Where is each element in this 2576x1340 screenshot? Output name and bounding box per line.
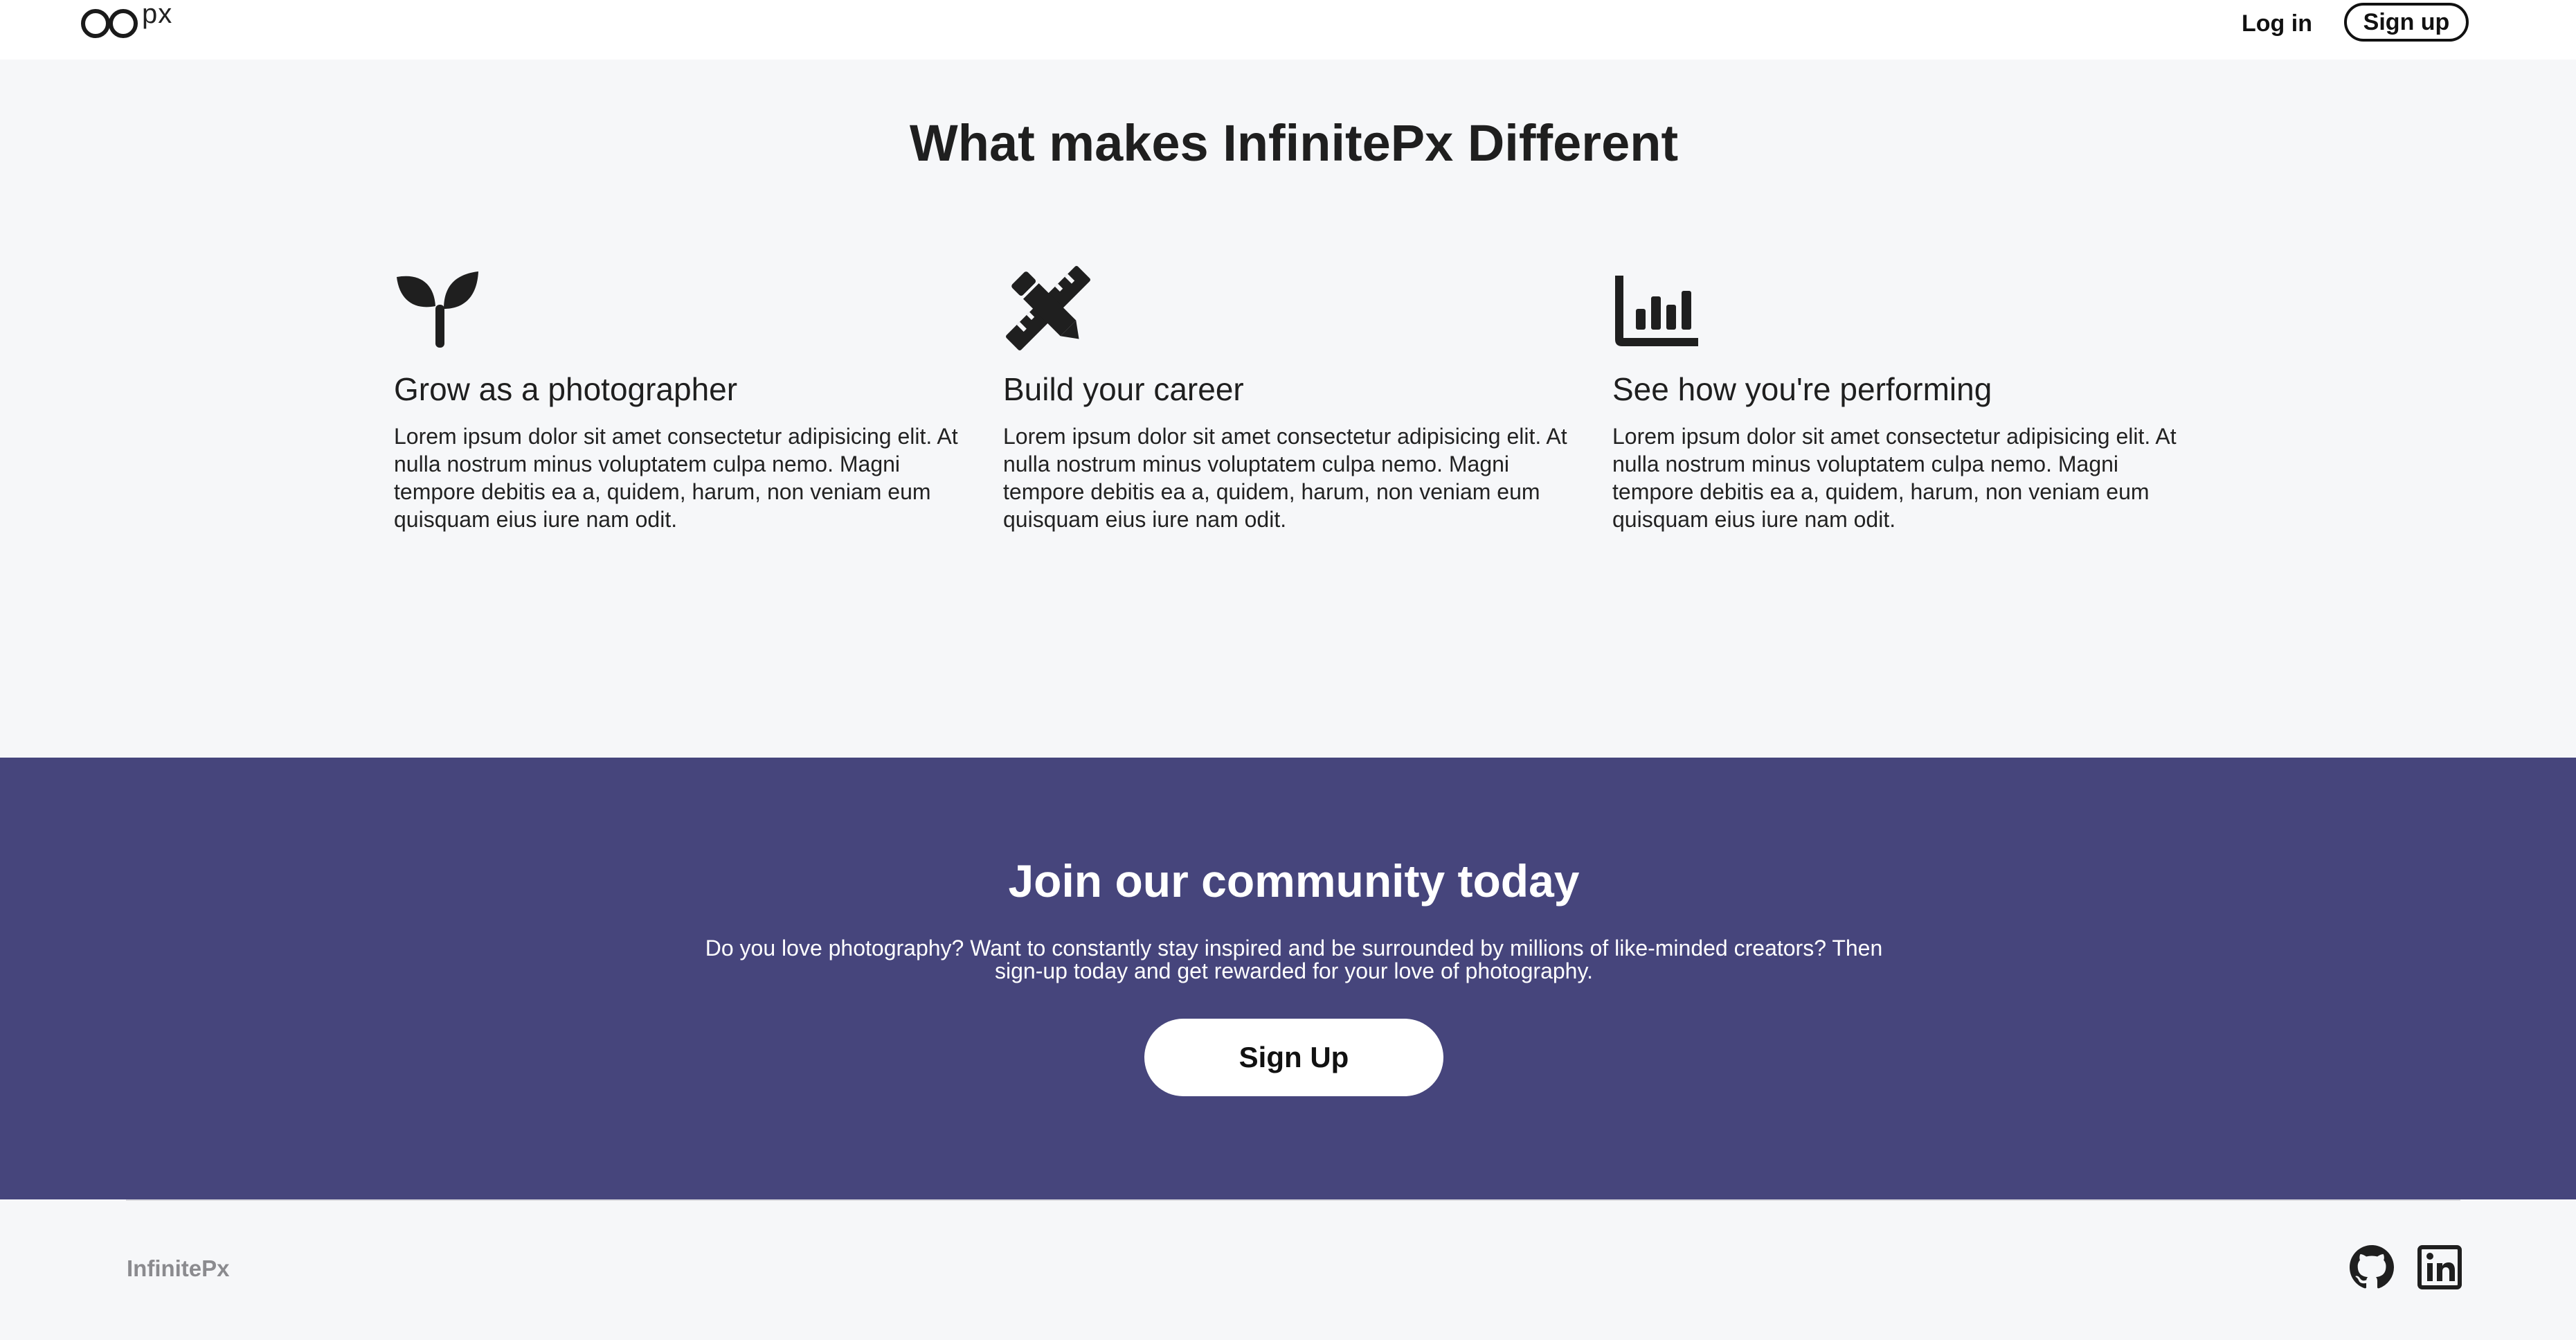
community-cta-section: Join our community today Do you love pho…: [0, 758, 2576, 1199]
feature-title: Grow as a photographer: [394, 371, 738, 407]
github-icon[interactable]: [2350, 1245, 2394, 1289]
footer-brand: InfinitePx: [127, 1256, 230, 1281]
signup-button[interactable]: Sign up: [2344, 3, 2469, 42]
feature-card-performance: See how you're performing Lorem ipsum do…: [1612, 263, 2197, 532]
feature-description: Lorem ipsum dolor sit amet consectetur a…: [394, 424, 958, 532]
cta-description: Do you love photography? Want to constan…: [705, 936, 1883, 983]
sprout-icon: [397, 271, 478, 348]
top-navbar: px Log in Sign up: [0, 0, 2576, 60]
features-heading: What makes InfinitePx Different: [909, 114, 1679, 172]
logo-text: px: [142, 0, 173, 29]
logo[interactable]: px: [80, 0, 173, 50]
feature-title: See how you're performing: [1612, 371, 1992, 407]
feature-card-career: Build your career Lorem ipsum dolor sit …: [1003, 263, 1588, 532]
login-link[interactable]: Log in: [2242, 8, 2312, 39]
cta-signup-button[interactable]: Sign Up: [1144, 1019, 1443, 1096]
linkedin-icon[interactable]: [2417, 1245, 2462, 1289]
feature-description: Lorem ipsum dolor sit amet consectetur a…: [1003, 424, 1567, 532]
pencil-ruler-icon: [1006, 266, 1090, 350]
feature-card-grow: Grow as a photographer Lorem ipsum dolor…: [394, 263, 979, 532]
feature-description: Lorem ipsum dolor sit amet consectetur a…: [1612, 424, 2177, 532]
infinity-icon: [81, 9, 138, 38]
footer-divider: [126, 1199, 2460, 1201]
bar-chart-icon: [1615, 276, 1698, 346]
cta-heading: Join our community today: [1008, 855, 1580, 906]
feature-title: Build your career: [1003, 371, 1244, 407]
footer: InfinitePx: [0, 1199, 2576, 1340]
